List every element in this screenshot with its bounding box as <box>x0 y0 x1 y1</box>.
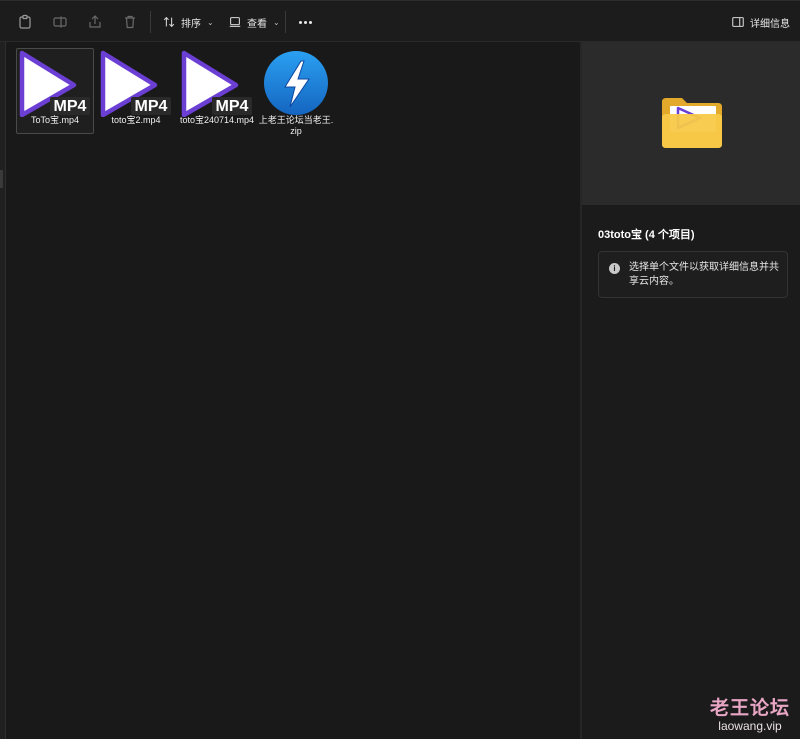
details-pane: 03toto宝 (4 个项目) i 选择单个文件以获取详细信息并共享云内容。 <box>582 42 800 739</box>
chevron-down-icon: ⌄ <box>207 17 214 27</box>
mp4-badge: MP4 <box>54 98 87 115</box>
details-pane-button[interactable]: 详细信息 <box>731 11 790 33</box>
view-icon <box>229 17 241 27</box>
file-name: 上老王论坛当老王.zip <box>258 115 334 136</box>
rename-icon[interactable] <box>49 11 71 33</box>
folder-icon <box>662 98 722 148</box>
mp4-badge: MP4 <box>135 98 168 115</box>
file-item[interactable]: MP4 toto宝240714.mp4 <box>178 48 256 134</box>
toolbar-separator <box>285 11 286 33</box>
share-icon[interactable] <box>84 11 106 33</box>
toolbar-separator <box>150 11 151 33</box>
sort-button[interactable]: 排序 ⌄ <box>162 11 214 33</box>
sort-icon <box>163 16 175 28</box>
more-options-icon[interactable] <box>296 11 314 33</box>
mp4-badge: MP4 <box>216 98 249 115</box>
info-message: i 选择单个文件以获取详细信息并共享云内容。 <box>598 251 788 298</box>
mp4-video-icon: MP4 <box>19 50 90 118</box>
file-item[interactable]: MP4 toto宝2.mp4 <box>97 48 175 134</box>
file-list: MP4 ToTo宝.mp4 MP4 toto宝2.mp4 MP4 toto宝24… <box>7 42 580 739</box>
folder-preview <box>582 42 800 205</box>
details-label: 详细信息 <box>750 18 790 30</box>
mp4-video-icon: MP4 <box>181 50 252 118</box>
sort-label: 排序 <box>181 18 201 30</box>
chevron-down-icon: ⌄ <box>273 17 280 27</box>
file-item[interactable]: MP4 ToTo宝.mp4 <box>16 48 94 134</box>
paste-icon[interactable] <box>14 11 36 33</box>
pane-resize-handle[interactable] <box>0 170 3 188</box>
file-item[interactable]: 上老王论坛当老王.zip <box>257 48 335 136</box>
watermark-url: laowang.vip <box>718 719 782 733</box>
command-bar: 排序 ⌄ 查看 ⌄ 详细信息 <box>0 0 800 42</box>
watermark: 老王论坛 laowang.vip <box>710 693 790 733</box>
zip-archive-icon <box>264 51 328 115</box>
view-label: 查看 <box>247 18 267 30</box>
folder-title: 03toto宝 (4 个项目) <box>598 229 695 241</box>
delete-icon[interactable] <box>119 11 141 33</box>
info-icon: i <box>609 263 620 274</box>
info-text: 选择单个文件以获取详细信息并共享云内容。 <box>629 262 779 287</box>
details-pane-icon <box>732 17 744 27</box>
navigation-pane-edge <box>0 42 6 739</box>
watermark-title: 老王论坛 <box>709 698 790 719</box>
view-button[interactable]: 查看 ⌄ <box>228 11 280 33</box>
mp4-video-icon: MP4 <box>100 50 171 118</box>
